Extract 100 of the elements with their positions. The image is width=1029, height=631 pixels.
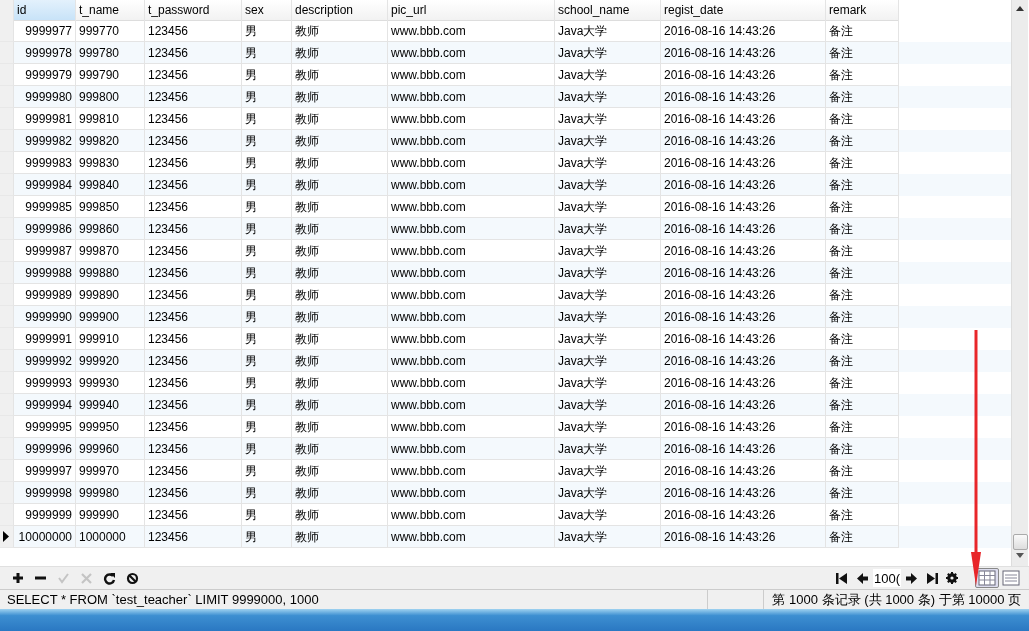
form-view-button[interactable] (999, 568, 1023, 588)
scrollbar[interactable] (1011, 0, 1028, 566)
table-cell: 123456 (145, 394, 242, 416)
table-cell: 教师 (292, 350, 388, 372)
table-cell: 123456 (145, 438, 242, 460)
table-cell: 999940 (76, 394, 145, 416)
table-cell: Java大学 (555, 262, 661, 284)
table-cell: Java大学 (555, 218, 661, 240)
scroll-up-icon[interactable] (1016, 6, 1024, 11)
left-arrow-icon (857, 572, 868, 584)
table-cell: 教师 (292, 218, 388, 240)
table-cell: 2016-08-16 14:43:26 (661, 86, 826, 108)
add-icon (11, 571, 24, 585)
table-cell: 999840 (76, 174, 145, 196)
table-cell: 2016-08-16 14:43:26 (661, 482, 826, 504)
table-cell: 教师 (292, 174, 388, 196)
table-cell: 9999994 (14, 394, 76, 416)
table-cell: 2016-08-16 14:43:26 (661, 174, 826, 196)
table-cell: 9999984 (14, 174, 76, 196)
table-cell: 备注 (826, 350, 899, 372)
table-cell: 123456 (145, 306, 242, 328)
table-cell: Java大学 (555, 42, 661, 64)
table-cell: 教师 (292, 394, 388, 416)
column-header[interactable]: id (14, 0, 76, 21)
table-cell: Java大学 (555, 306, 661, 328)
table-cell: 9999988 (14, 262, 76, 284)
table-cell: www.bbb.com (388, 482, 555, 504)
table-cell: 备注 (826, 526, 899, 548)
table-cell: 2016-08-16 14:43:26 (661, 42, 826, 64)
table-cell: 123456 (145, 350, 242, 372)
cross-icon (80, 571, 93, 585)
column-header[interactable]: t_password (145, 0, 242, 21)
table-cell: Java大学 (555, 482, 661, 504)
scroll-down-icon[interactable] (1016, 553, 1024, 558)
table-cell: Java大学 (555, 438, 661, 460)
table-cell: 2016-08-16 14:43:26 (661, 526, 826, 548)
table-cell: 备注 (826, 394, 899, 416)
table-cell: 123456 (145, 86, 242, 108)
table-cell: 备注 (826, 482, 899, 504)
table-cell: 男 (242, 218, 292, 240)
table-cell: 男 (242, 438, 292, 460)
table-cell: www.bbb.com (388, 86, 555, 108)
table-cell: 123456 (145, 218, 242, 240)
column-header[interactable]: sex (242, 0, 292, 21)
table-cell: 999900 (76, 306, 145, 328)
table-cell: 教师 (292, 86, 388, 108)
column-header[interactable]: regist_date (661, 0, 826, 21)
column-header[interactable]: t_name (76, 0, 145, 21)
table-cell: 男 (242, 130, 292, 152)
table-cell: 10000000 (14, 526, 76, 548)
table-cell: Java大学 (555, 86, 661, 108)
table-cell: 男 (242, 174, 292, 196)
table-cell: 男 (242, 306, 292, 328)
table-cell: 备注 (826, 42, 899, 64)
table-cell: 9999996 (14, 438, 76, 460)
table-cell: 999860 (76, 218, 145, 240)
form-view-icon (1002, 570, 1020, 586)
table-cell: 9999990 (14, 306, 76, 328)
table-cell: 教师 (292, 482, 388, 504)
table-cell: 9999986 (14, 218, 76, 240)
table-cell: 999780 (76, 42, 145, 64)
row-header[interactable] (0, 526, 14, 548)
column-header[interactable]: description (292, 0, 388, 21)
column-header[interactable]: school_name (555, 0, 661, 21)
table-cell: 2016-08-16 14:43:26 (661, 130, 826, 152)
table-cell: www.bbb.com (388, 174, 555, 196)
table-cell: 备注 (826, 86, 899, 108)
table-cell: www.bbb.com (388, 218, 555, 240)
table-cell: www.bbb.com (388, 438, 555, 460)
first-page-icon (836, 572, 847, 584)
table-cell: Java大学 (555, 350, 661, 372)
check-icon (57, 571, 70, 585)
table-cell: www.bbb.com (388, 42, 555, 64)
table-cell: 123456 (145, 42, 242, 64)
table-cell: 999820 (76, 130, 145, 152)
table-cell: www.bbb.com (388, 526, 555, 548)
grid-view-button[interactable] (975, 568, 999, 588)
table-cell: 2016-08-16 14:43:26 (661, 218, 826, 240)
table-cell: Java大学 (555, 526, 661, 548)
table-cell: Java大学 (555, 394, 661, 416)
table-cell: 123456 (145, 526, 242, 548)
settings-icon (946, 572, 958, 584)
table-cell: 备注 (826, 130, 899, 152)
table-cell: 9999998 (14, 482, 76, 504)
table-cell: 男 (242, 482, 292, 504)
table-cell: 9999982 (14, 130, 76, 152)
column-header[interactable]: remark (826, 0, 899, 21)
page-field[interactable]: 100( (873, 569, 901, 587)
table-cell: 1000000 (76, 526, 145, 548)
table-cell: Java大学 (555, 130, 661, 152)
stop-icon (126, 571, 139, 585)
table-cell: 男 (242, 350, 292, 372)
table-cell: 教师 (292, 130, 388, 152)
column-header[interactable]: pic_url (388, 0, 555, 21)
scroll-thumb[interactable] (1013, 534, 1028, 550)
table-cell: 备注 (826, 438, 899, 460)
header-corner (0, 0, 14, 21)
table-cell: www.bbb.com (388, 130, 555, 152)
last-page-icon (927, 572, 938, 584)
table-cell: 123456 (145, 262, 242, 284)
